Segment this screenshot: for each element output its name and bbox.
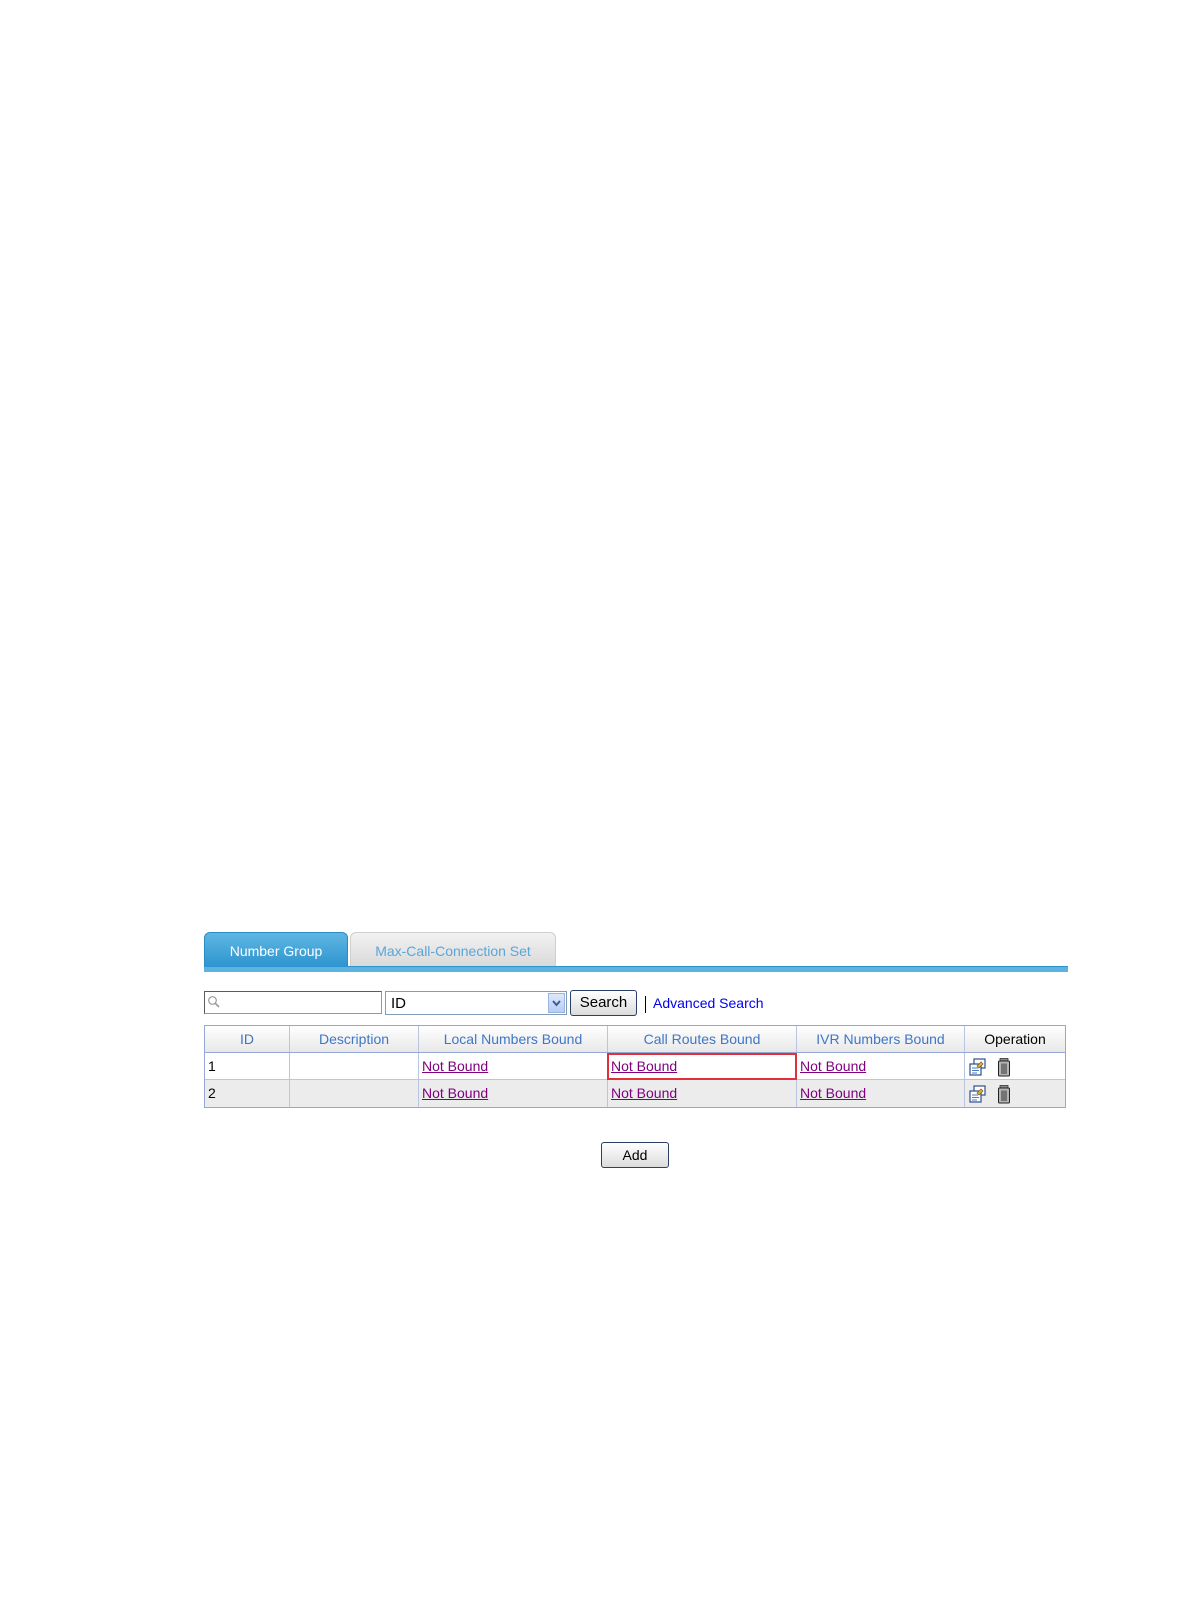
search-icon (208, 996, 220, 1008)
tab-number-group[interactable]: Number Group (204, 932, 348, 967)
cell-operation (965, 1053, 1065, 1079)
search-field[interactable] (204, 991, 382, 1014)
cell-ivr-numbers: Not Bound (797, 1053, 965, 1079)
column-header-call-routes-bound[interactable]: Call Routes Bound (608, 1026, 797, 1052)
advanced-search-link[interactable]: Advanced Search (653, 995, 764, 1011)
column-header-description[interactable]: Description (290, 1026, 419, 1052)
search-field-select-value: ID (391, 995, 406, 1012)
column-header-operation: Operation (984, 1031, 1046, 1047)
local-numbers-link[interactable]: Not Bound (422, 1058, 488, 1074)
cell-description (290, 1053, 419, 1079)
cell-call-routes: Not Bound (607, 1053, 797, 1080)
page: Number Group Max-Call-Connection Set ID … (0, 0, 1190, 1616)
local-numbers-link[interactable]: Not Bound (422, 1085, 488, 1101)
delete-icon[interactable] (994, 1057, 1014, 1077)
search-field-select[interactable]: ID (385, 991, 567, 1015)
table-row: 1 Not Bound Not Bound Not Bound (205, 1053, 1065, 1080)
chevron-down-icon[interactable] (548, 993, 565, 1013)
ivr-numbers-link[interactable]: Not Bound (800, 1085, 866, 1101)
table-row: 2 Not Bound Not Bound Not Bound (205, 1080, 1065, 1107)
search-bar: ID Search Advanced Search (204, 990, 1024, 1016)
cell-call-routes: Not Bound (608, 1080, 797, 1107)
delete-icon[interactable] (994, 1084, 1014, 1104)
tab-underline (204, 966, 1068, 972)
column-header-id[interactable]: ID (205, 1026, 290, 1052)
edit-icon[interactable] (968, 1057, 988, 1077)
search-button[interactable]: Search (570, 990, 637, 1016)
cell-operation (965, 1080, 1065, 1107)
column-header-ivr-numbers-bound[interactable]: IVR Numbers Bound (797, 1026, 965, 1052)
call-routes-link[interactable]: Not Bound (611, 1085, 677, 1101)
edit-icon[interactable] (968, 1084, 988, 1104)
cell-local-numbers: Not Bound (419, 1053, 608, 1079)
column-header-local-numbers-bound[interactable]: Local Numbers Bound (419, 1026, 608, 1052)
tab-max-call-connection-set[interactable]: Max-Call-Connection Set (350, 932, 556, 967)
call-routes-link[interactable]: Not Bound (611, 1058, 677, 1074)
cell-id: 1 (205, 1053, 290, 1079)
cell-description (290, 1080, 419, 1107)
cell-local-numbers: Not Bound (419, 1080, 608, 1107)
add-button[interactable]: Add (601, 1142, 669, 1168)
cell-ivr-numbers: Not Bound (797, 1080, 965, 1107)
table-header-row: ID Description Local Numbers Bound Call … (205, 1026, 1065, 1053)
cell-id: 2 (205, 1080, 290, 1107)
number-group-table: ID Description Local Numbers Bound Call … (204, 1025, 1066, 1108)
search-input[interactable] (223, 993, 377, 1011)
divider (645, 996, 646, 1013)
ivr-numbers-link[interactable]: Not Bound (800, 1058, 866, 1074)
tab-bar: Number Group Max-Call-Connection Set (204, 932, 1068, 972)
